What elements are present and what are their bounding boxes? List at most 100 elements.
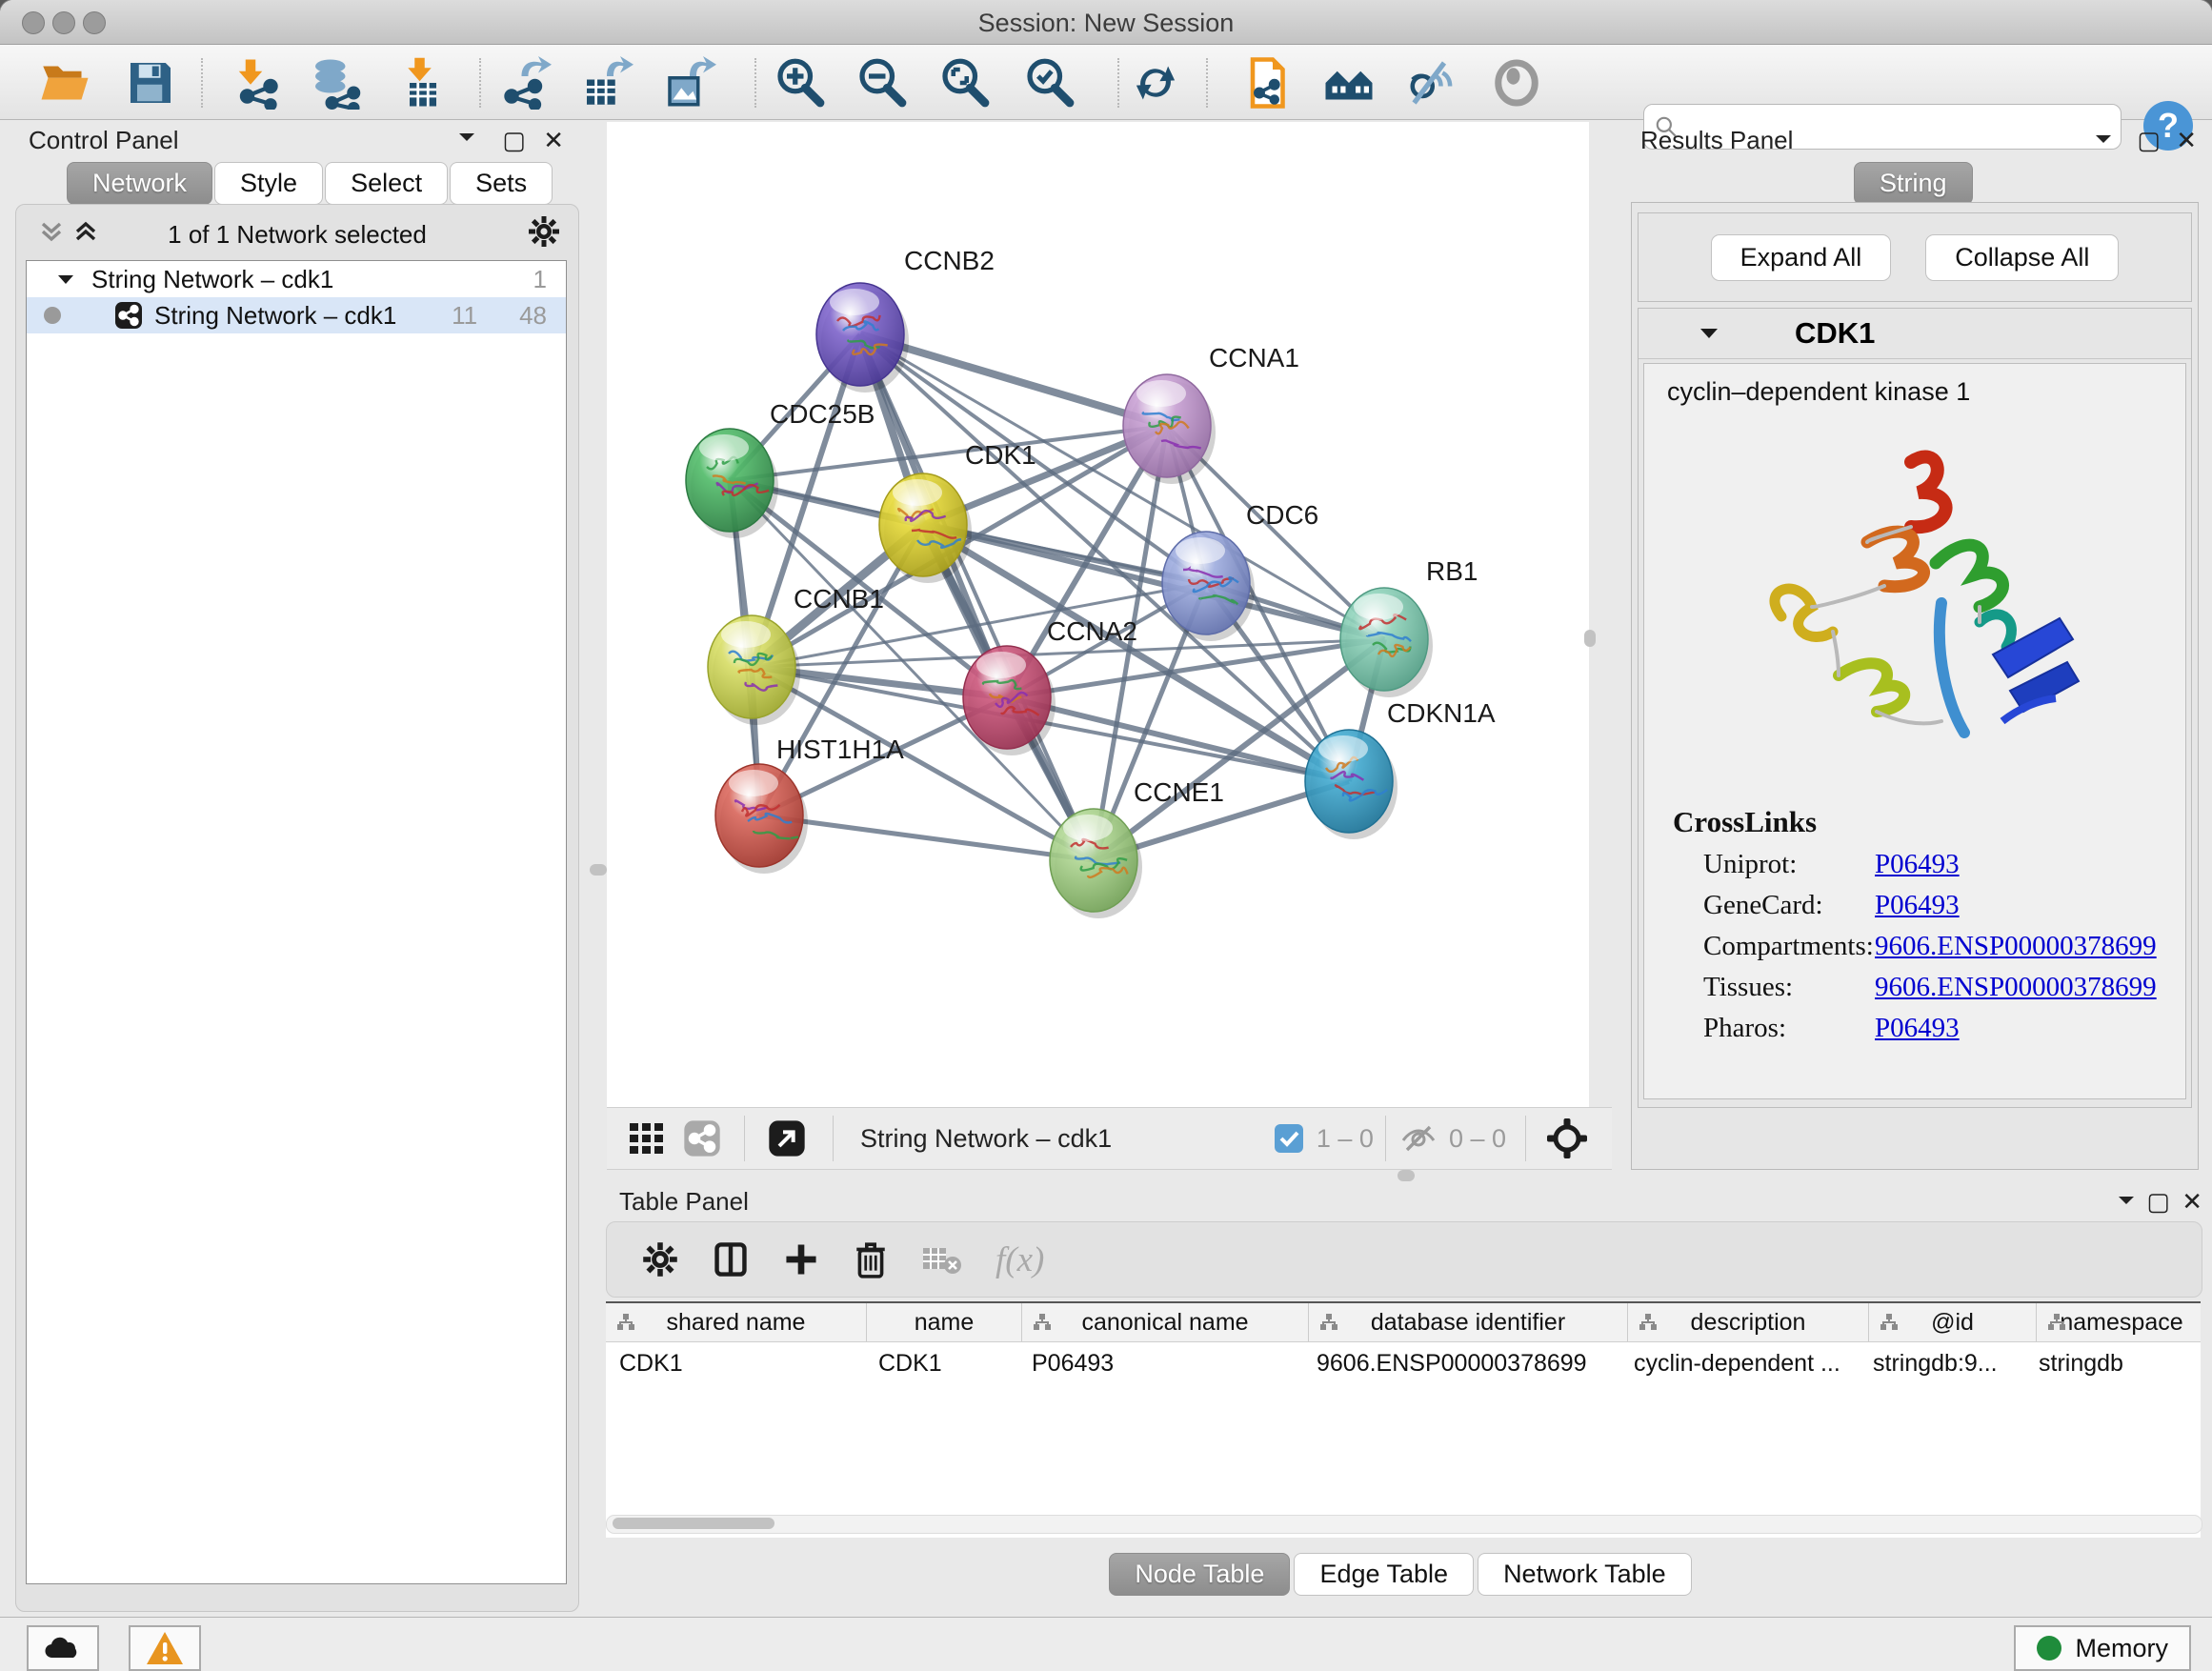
table-cell[interactable]: stringdb — [2025, 1342, 2194, 1384]
table-cell[interactable]: 9606.ENSP00000378699 — [1303, 1342, 1620, 1384]
glasses-hide-icon[interactable] — [1402, 54, 1459, 111]
add-column-icon[interactable] — [782, 1240, 820, 1278]
table-cell[interactable]: CDK1 — [865, 1342, 1018, 1384]
network-edge[interactable] — [759, 815, 1094, 860]
crosslink-label: GeneCard: — [1703, 890, 1875, 921]
toolbar-separator — [1206, 58, 1208, 108]
control-panel-menu-icon[interactable] — [455, 128, 478, 147]
enable-view-icon[interactable] — [1488, 54, 1545, 111]
table-cell[interactable]: P06493 — [1018, 1342, 1303, 1384]
tab-network-table[interactable]: Network Table — [1478, 1553, 1692, 1596]
table-toolbar: f(x) — [606, 1221, 2202, 1298]
column-header-label: shared name — [667, 1309, 806, 1337]
expand-all-button[interactable]: Expand All — [1711, 234, 1892, 281]
crosslink-link[interactable]: 9606.ENSP00000378699 — [1875, 972, 2157, 1003]
column-header[interactable]: name — [867, 1303, 1022, 1341]
control-panel-title: Control Panel — [29, 126, 179, 155]
export-image-icon[interactable] — [661, 54, 718, 111]
string-view-icon[interactable] — [683, 1119, 721, 1158]
network-node-ccne1[interactable]: CCNE1 — [1050, 777, 1224, 918]
edge-count: 48 — [519, 301, 547, 331]
tab-edge-table[interactable]: Edge Table — [1294, 1553, 1474, 1596]
hidden-eye-icon[interactable] — [1398, 1121, 1439, 1156]
network-node-ccnb1[interactable]: CCNB1 — [708, 584, 884, 725]
zoom-selected-icon[interactable] — [1021, 54, 1078, 111]
fit-selected-crosshair-icon[interactable] — [1545, 1117, 1589, 1160]
left-splitter-handle[interactable] — [590, 864, 607, 876]
selected-checkbox-icon[interactable] — [1273, 1122, 1305, 1155]
results-panel-float-icon[interactable]: ▢ — [2137, 126, 2161, 155]
network-collection-row[interactable]: String Network – cdk1 1 — [27, 261, 566, 297]
table-settings-gear-icon[interactable] — [641, 1240, 679, 1278]
column-header[interactable]: canonical name — [1022, 1303, 1309, 1341]
table-panel-float-icon[interactable]: ▢ — [2146, 1187, 2170, 1217]
string-home-icon[interactable] — [1320, 54, 1377, 111]
open-session-icon[interactable] — [36, 54, 93, 111]
protein-structure-image — [1724, 435, 2105, 788]
table-cell[interactable]: CDK1 — [606, 1342, 865, 1384]
tab-select[interactable]: Select — [325, 162, 448, 205]
crosslink-link[interactable]: P06493 — [1875, 849, 1960, 880]
import-network-database-icon[interactable] — [307, 54, 364, 111]
table-cell[interactable]: cyclin-dependent ... — [1620, 1342, 1860, 1384]
control-panel-close-icon[interactable]: ✕ — [543, 126, 564, 155]
crosslink-link[interactable]: P06493 — [1875, 890, 1960, 921]
network-row[interactable]: String Network – cdk1 11 48 — [27, 297, 566, 333]
collection-expand-icon[interactable] — [55, 271, 76, 288]
crosslink-link[interactable]: 9606.ENSP00000378699 — [1875, 931, 2157, 962]
gene-collapse-icon[interactable] — [1698, 324, 1720, 343]
network-node-rb1[interactable]: RB1 — [1340, 556, 1478, 697]
right-splitter-handle[interactable] — [1584, 630, 1596, 647]
network-node-hist1h1a[interactable]: HIST1H1A — [715, 735, 904, 874]
scrollbar-thumb[interactable] — [613, 1518, 774, 1529]
table-horizontal-scrollbar[interactable] — [606, 1515, 2202, 1534]
network-canvas-svg: CCNB2CCNA1CDC25BCDK1CDC6RB1CCNB1CCNA2CDK… — [607, 122, 1589, 1107]
results-panel-menu-icon[interactable] — [2092, 130, 2115, 149]
table-panel-menu-icon[interactable] — [2115, 1191, 2138, 1210]
import-network-icon[interactable] — [229, 54, 286, 111]
show-columns-icon[interactable] — [712, 1240, 750, 1278]
network-node-cdkn1a[interactable]: CDKN1A — [1305, 698, 1496, 839]
birdseye-grid-icon[interactable] — [628, 1119, 666, 1158]
memory-button[interactable]: Memory — [2014, 1625, 2191, 1671]
tab-string[interactable]: String — [1854, 162, 1973, 205]
table-panel-close-icon[interactable]: ✕ — [2182, 1187, 2202, 1217]
network-node-ccna1[interactable]: CCNA1 — [1123, 343, 1299, 484]
results-buttons-row: Expand All Collapse All — [1638, 212, 2192, 302]
network-canvas[interactable]: CCNB2CCNA1CDC25BCDK1CDC6RB1CCNB1CCNA2CDK… — [607, 122, 1589, 1107]
warnings-button[interactable] — [129, 1625, 201, 1671]
export-table-icon[interactable] — [578, 54, 635, 111]
delete-column-trash-icon[interactable] — [853, 1240, 889, 1278]
results-panel-close-icon[interactable]: ✕ — [2176, 126, 2197, 155]
zoom-in-icon[interactable] — [772, 54, 829, 111]
cloud-status-button[interactable] — [27, 1625, 99, 1671]
column-header[interactable]: shared name — [606, 1303, 867, 1341]
network-options-gear-icon[interactable] — [527, 214, 561, 249]
tab-sets[interactable]: Sets — [450, 162, 553, 205]
tab-node-table[interactable]: Node Table — [1109, 1553, 1290, 1596]
column-header[interactable]: @id — [1869, 1303, 2037, 1341]
window-title: Session: New Session — [0, 9, 2212, 38]
save-session-icon[interactable] — [122, 54, 179, 111]
network-node-ccnb2[interactable]: CCNB2 — [816, 246, 995, 393]
export-network-icon[interactable] — [496, 54, 553, 111]
refresh-icon[interactable] — [1127, 54, 1184, 111]
network-edge[interactable] — [860, 334, 1094, 860]
crosslink-row: Uniprot:P06493 — [1703, 849, 2185, 880]
open-in-window-icon[interactable] — [768, 1119, 806, 1158]
import-table-icon[interactable] — [394, 54, 452, 111]
tab-network[interactable]: Network — [67, 162, 212, 205]
column-header[interactable]: database identifier — [1309, 1303, 1628, 1341]
tab-style[interactable]: Style — [214, 162, 323, 205]
collapse-all-button[interactable]: Collapse All — [1925, 234, 2119, 281]
string-file-import-icon[interactable] — [1237, 54, 1295, 111]
zoom-fit-icon[interactable] — [936, 54, 994, 111]
control-panel-float-icon[interactable]: ▢ — [502, 126, 526, 155]
column-header[interactable]: description — [1628, 1303, 1869, 1341]
table-row[interactable]: CDK1CDK1P064939606.ENSP00000378699cyclin… — [606, 1342, 2201, 1384]
gene-section-header[interactable]: CDK1 — [1639, 309, 2191, 359]
column-header[interactable]: namespace — [2037, 1303, 2201, 1341]
table-cell[interactable]: stringdb:9... — [1860, 1342, 2025, 1384]
zoom-out-icon[interactable] — [854, 54, 911, 111]
crosslink-link[interactable]: P06493 — [1875, 1013, 1960, 1044]
